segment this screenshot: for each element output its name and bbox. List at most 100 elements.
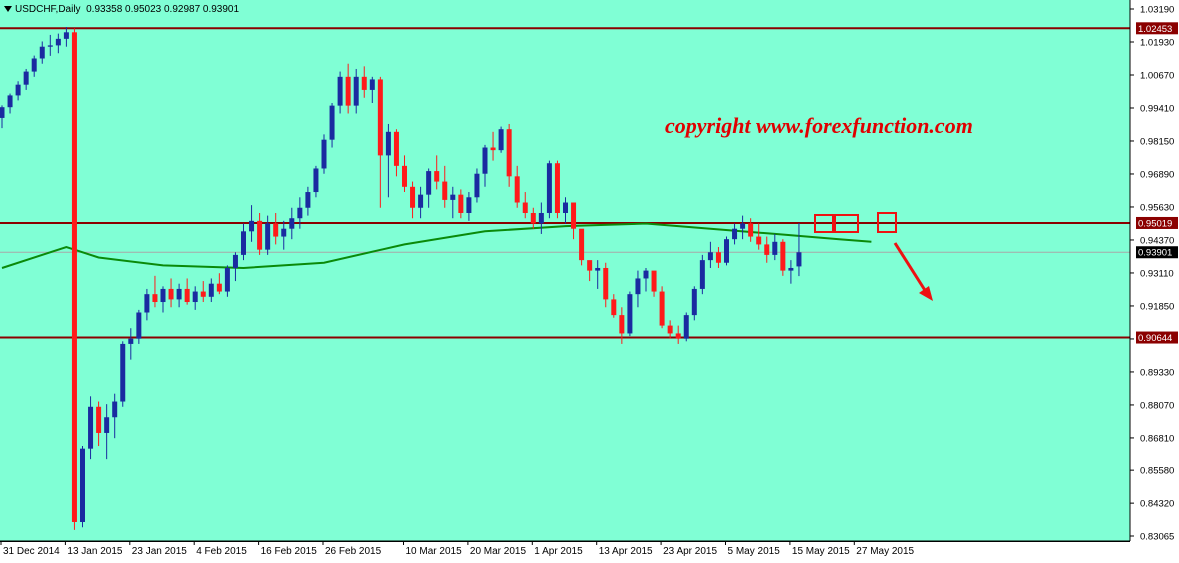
candle-body <box>208 283 214 297</box>
candle <box>554 160 560 219</box>
candle <box>780 239 786 276</box>
candle-body <box>265 223 271 250</box>
level-price-tag: 0.90644 <box>1138 333 1172 344</box>
candle-body <box>0 107 5 118</box>
candle-body <box>707 252 713 261</box>
candle-body <box>329 105 335 140</box>
time-axis: 31 Dec 2014 13 Jan 2015 23 Jan 2015 4 Feb 2… <box>0 540 1179 563</box>
price-tick-label: 1.01930 <box>1140 37 1174 48</box>
candle-body <box>587 260 593 271</box>
candle <box>659 286 665 329</box>
candle-body <box>595 267 601 271</box>
candle-body <box>732 228 738 240</box>
candle-body <box>522 202 528 213</box>
candle-body <box>144 294 150 313</box>
candle-body <box>635 278 641 295</box>
caret-down-icon <box>4 6 12 13</box>
price-tick-label: 0.99410 <box>1140 103 1174 114</box>
candle-body <box>385 131 391 156</box>
price-tick-label: 0.85580 <box>1140 466 1174 477</box>
date-label: 13 Jan 2015 <box>67 546 122 557</box>
price-tick-label: 0.93110 <box>1140 268 1174 279</box>
candle-body <box>257 220 263 250</box>
date-label: 1 Apr 2015 <box>534 546 583 557</box>
candle-body <box>63 32 69 39</box>
candle-body <box>281 228 287 237</box>
candle-body <box>514 176 520 203</box>
price-tick-label: 0.96890 <box>1140 169 1174 180</box>
date-label: 10 Mar 2015 <box>406 546 463 557</box>
candle-body <box>482 147 488 174</box>
copyright-watermark: copyright www.forexfunction.com <box>665 113 973 138</box>
candle-body <box>305 192 311 208</box>
candle-body <box>748 223 754 237</box>
candle-body <box>402 165 407 187</box>
candle-body <box>506 129 512 177</box>
candle-body <box>232 254 238 268</box>
candle-body <box>289 218 295 229</box>
candle-body <box>796 252 802 267</box>
candle-body <box>611 299 617 316</box>
candle-body <box>249 220 255 232</box>
date-label: 23 Jan 2015 <box>132 546 187 557</box>
candle-body <box>699 260 705 289</box>
candle-body <box>353 76 359 106</box>
price-axis: 1.03190 1.01930 1.00670 0.99410 0.98150 0.968… <box>1129 0 1179 563</box>
candle <box>80 446 85 528</box>
candle-body <box>23 71 29 85</box>
price-tick-label: 1.03190 <box>1140 5 1174 16</box>
candle-body <box>369 79 375 90</box>
current-price-tag: 0.93901 <box>1138 248 1172 259</box>
plot-area <box>0 0 1130 541</box>
candle <box>724 236 729 266</box>
candle-body <box>538 212 544 224</box>
candle-body <box>393 131 399 166</box>
date-label: 27 May 2015 <box>856 546 914 557</box>
candle-body <box>47 45 53 47</box>
symbol-label: USDCHF,Daily <box>15 4 81 15</box>
price-tick-label: 0.98150 <box>1140 136 1174 147</box>
candle-body <box>458 194 464 213</box>
candle-body <box>337 76 343 106</box>
candle-body <box>683 315 689 339</box>
candle-body <box>627 294 633 334</box>
date-label: 5 May 2015 <box>728 546 781 557</box>
price-tick-label: 0.89330 <box>1140 367 1174 378</box>
date-label: 13 Apr 2015 <box>599 546 653 557</box>
date-label: 16 Feb 2015 <box>261 546 318 557</box>
candle-body <box>554 163 560 213</box>
candle-body <box>31 58 37 72</box>
price-tick-label: 0.91850 <box>1140 301 1174 312</box>
candle-body <box>241 231 246 255</box>
candle-body <box>418 194 424 208</box>
candle <box>579 228 585 266</box>
candle-body <box>39 46 45 59</box>
candle-body <box>490 147 496 151</box>
candle <box>683 312 689 342</box>
ohlc-values: 0.93358 0.95023 0.92987 0.93901 <box>86 4 240 15</box>
candle-body <box>136 312 142 339</box>
candle-body <box>756 236 762 245</box>
candle-body <box>80 448 85 522</box>
candle-body <box>675 333 681 339</box>
candle-body <box>377 79 383 156</box>
candle-body <box>715 252 721 263</box>
candle-body <box>55 38 61 46</box>
price-axis-bg <box>1130 0 1179 563</box>
candle-body <box>651 270 657 292</box>
candle-body <box>200 291 206 297</box>
candle-body <box>120 343 126 402</box>
candle-body <box>772 241 778 255</box>
candle-body <box>474 173 480 198</box>
candle-body <box>216 283 222 292</box>
date-label: 4 Feb 2015 <box>196 546 247 557</box>
candle-body <box>321 139 327 169</box>
date-label: 23 Apr 2015 <box>663 546 717 557</box>
candle-body <box>442 181 448 200</box>
candle <box>71 28 77 530</box>
price-tick-label: 0.94370 <box>1140 235 1174 246</box>
candle-body <box>345 76 351 106</box>
candle-body <box>313 168 319 193</box>
price-tick-label: 1.00670 <box>1140 70 1174 81</box>
candle-body <box>546 163 552 213</box>
